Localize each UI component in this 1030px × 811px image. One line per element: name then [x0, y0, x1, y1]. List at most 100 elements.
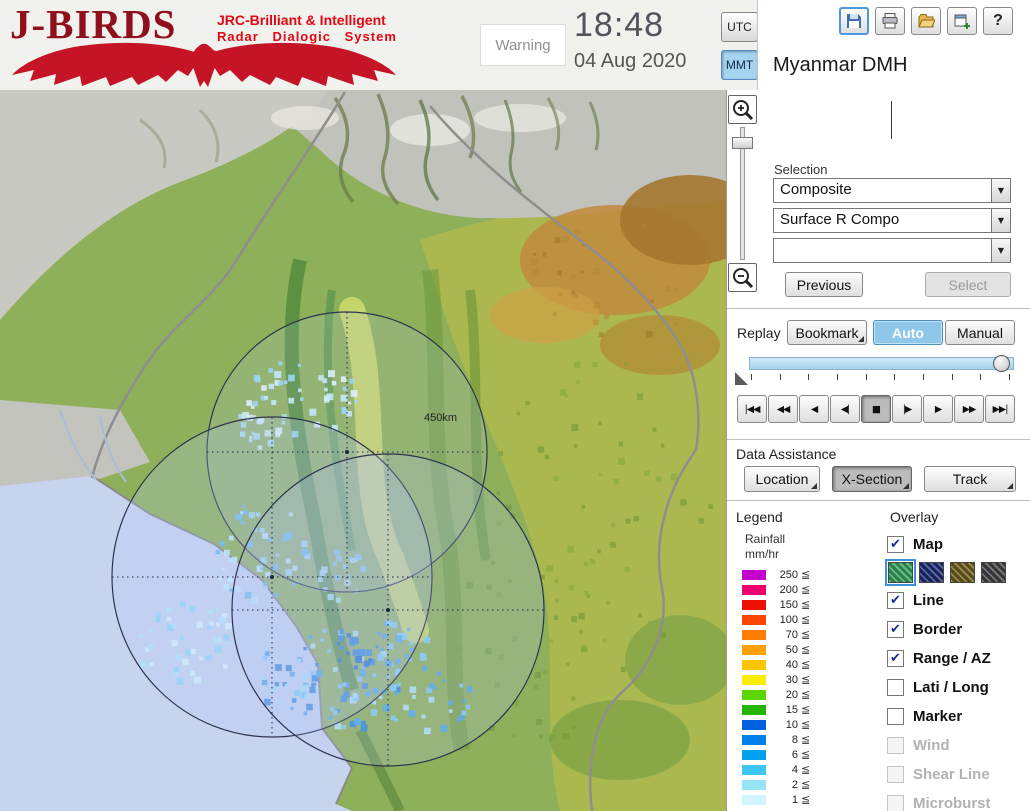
bookmark-button[interactable]: Bookmark: [787, 320, 867, 345]
legend-value: 4: [791, 763, 798, 776]
replay-slider-knob[interactable]: [992, 355, 1010, 372]
transport-button[interactable]: ◀◀: [768, 395, 798, 423]
replay-slider-track[interactable]: [749, 355, 1014, 372]
previous-button[interactable]: Previous: [785, 272, 863, 297]
selection-actions: Previous Select: [773, 272, 1011, 297]
chevron-down-icon[interactable]: ▼: [991, 179, 1010, 202]
legend-color-swatch: [742, 719, 766, 730]
zoom-in-button[interactable]: [728, 95, 757, 124]
transport-button[interactable]: |▶: [892, 395, 922, 423]
legend-value: 150: [779, 598, 798, 611]
checkbox[interactable]: ✔: [887, 679, 904, 696]
chevron-down-icon[interactable]: ▼: [991, 239, 1010, 262]
legend-value: 30: [785, 673, 798, 686]
mmt-button[interactable]: MMT: [721, 50, 758, 80]
checkbox[interactable]: ✔: [887, 795, 904, 811]
less-equal-icon: ≦: [801, 568, 811, 581]
map-canvas[interactable]: 450km: [0, 90, 726, 811]
checkbox[interactable]: ✔: [887, 708, 904, 725]
overlay-item[interactable]: ✔ Lati / Long: [885, 673, 1028, 702]
clock-time: 18:48: [574, 6, 665, 44]
legend-value: 250: [779, 568, 798, 581]
overlay-item-label: Border: [913, 621, 963, 638]
overlay-item-map[interactable]: ✔ Map: [885, 530, 1028, 559]
checkbox[interactable]: ✔: [887, 592, 904, 609]
map-style-swatch[interactable]: [885, 559, 916, 586]
transport-button[interactable]: ▶▶: [954, 395, 984, 423]
select-button[interactable]: Select: [925, 272, 1011, 297]
checkbox[interactable]: ✔: [887, 536, 904, 553]
data-assistance-button[interactable]: Location: [744, 466, 820, 492]
transport-button[interactable]: ▶▶|: [985, 395, 1015, 423]
open-button[interactable]: [911, 7, 941, 35]
timezone-toggle: UTC MMT: [721, 12, 758, 88]
map-style-swatch[interactable]: [981, 562, 1006, 583]
divider: [727, 500, 1030, 502]
legend-entry: 6 ≦: [740, 747, 882, 762]
overlay-item[interactable]: ✔ Wind: [885, 731, 1028, 760]
check-icon: ✔: [890, 593, 901, 608]
legend-color-swatch: [742, 569, 766, 580]
map-style-swatch[interactable]: [919, 562, 944, 583]
warning-button[interactable]: Warning: [480, 24, 566, 66]
help-button[interactable]: ?: [983, 7, 1013, 35]
data-assistance-button[interactable]: Track: [924, 466, 1016, 492]
zoom-slider[interactable]: [728, 127, 757, 260]
checkbox[interactable]: ✔: [887, 766, 904, 783]
logo-tagline-1: JRC-Brilliant & Intelligent: [217, 12, 386, 28]
checkbox[interactable]: ✔: [887, 621, 904, 638]
replay-slider[interactable]: [735, 355, 1016, 389]
transport-button[interactable]: |◀◀: [737, 395, 767, 423]
legend-color-swatch: [742, 584, 766, 595]
replay-label: Replay: [737, 324, 781, 341]
checkbox[interactable]: ✔: [887, 737, 904, 754]
selection-dropdown[interactable]: Composite ▼: [773, 178, 1011, 203]
selection-dropdown[interactable]: Surface R Compo ▼: [773, 208, 1011, 233]
overlay-item[interactable]: ✔ Border: [885, 615, 1028, 644]
add-view-button[interactable]: [947, 7, 977, 35]
zoom-out-button[interactable]: [728, 263, 757, 292]
selection-dropdown[interactable]: ▼: [773, 238, 1011, 263]
map-style-swatch[interactable]: [950, 562, 975, 583]
station-name: Myanmar DMH: [773, 54, 908, 76]
print-button[interactable]: [875, 7, 905, 35]
less-equal-icon: ≦: [801, 583, 811, 596]
data-assistance-button[interactable]: X-Section: [832, 466, 912, 492]
overlay-item[interactable]: ✔ Line: [885, 586, 1028, 615]
header-right: ? Myanmar DMH: [757, 0, 1030, 90]
check-icon: ✔: [890, 622, 901, 637]
checkbox[interactable]: ✔: [887, 650, 904, 667]
overlay-item[interactable]: ✔ Shear Line: [885, 760, 1028, 789]
auto-button[interactable]: Auto: [873, 320, 943, 345]
transport-button[interactable]: ◀: [799, 395, 829, 423]
transport-button[interactable]: ▶: [923, 395, 953, 423]
transport-button[interactable]: ◀|: [830, 395, 860, 423]
less-equal-icon: ≦: [801, 673, 811, 686]
legend-value: 100: [779, 613, 798, 626]
save-icon: [847, 14, 861, 28]
legend-color-swatch: [742, 689, 766, 700]
data-assistance-button-label: Location: [755, 471, 809, 487]
legend-value: 6: [791, 748, 798, 761]
manual-button[interactable]: Manual: [945, 320, 1015, 345]
corner-expand-icon: [1007, 483, 1013, 489]
chevron-down-icon[interactable]: ▼: [991, 209, 1010, 232]
radar-map[interactable]: 450km: [0, 90, 726, 811]
info-input[interactable]: [773, 96, 1011, 144]
legend-value: 20: [785, 688, 798, 701]
overlay-item[interactable]: ✔ Range / AZ: [885, 644, 1028, 673]
overlay-item[interactable]: ✔ Marker: [885, 702, 1028, 731]
save-button[interactable]: [839, 7, 869, 35]
zoom-in-icon: [732, 99, 753, 120]
legend-entry: 10 ≦: [740, 717, 882, 732]
legend-value: 200: [779, 583, 798, 596]
utc-button[interactable]: UTC: [721, 12, 758, 42]
legend-color-swatch: [742, 749, 766, 760]
less-equal-icon: ≦: [801, 643, 811, 656]
overlay-item[interactable]: ✔ Microburst: [885, 789, 1028, 811]
legend-entry: 4 ≦: [740, 762, 882, 777]
transport-button[interactable]: ■: [861, 395, 891, 423]
map-zoom-controls: [728, 95, 758, 295]
zoom-slider-thumb[interactable]: [732, 137, 753, 149]
legend-color-swatch: [742, 674, 766, 685]
